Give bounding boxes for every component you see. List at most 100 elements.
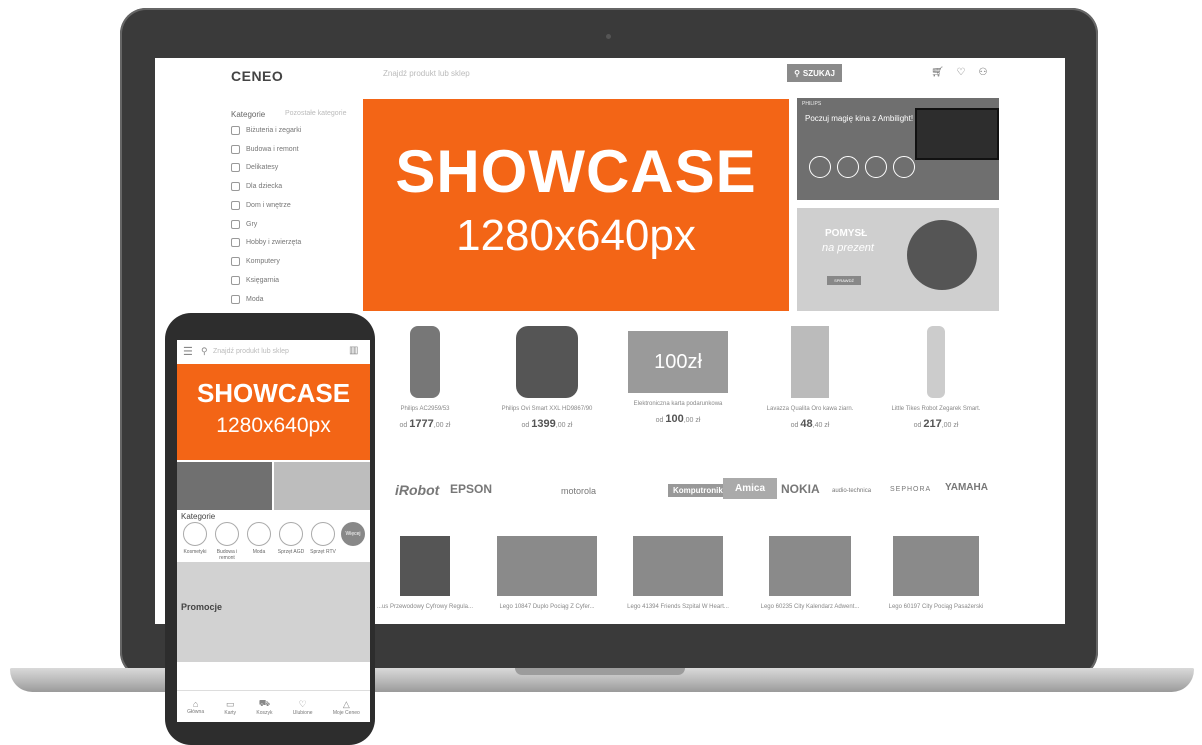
banner-title: POMYSŁ [825,228,868,239]
product-card[interactable]: Little Tikes Robot Zegarek Smart. od 217… [871,326,1001,430]
categories-heading: Kategorie [181,512,216,521]
banner-button[interactable]: SPRAWDŹ [827,276,861,285]
product-card[interactable]: Philips Ovi Smart XXL HD9867/90 od 1399,… [482,326,612,430]
philips-ambilight-banner[interactable] [177,462,272,510]
showcase-banner[interactable]: SHOWCASE 1280x640px [363,99,789,311]
book-icon [231,276,240,285]
category-label: Komputery [246,258,280,265]
product-card[interactable]: 100zł Elektroniczna karta podarunkowa od… [613,326,743,425]
search-input[interactable]: Znajdź produkt lub sklep [213,348,289,355]
nav-cart[interactable]: ⛟ Koszyk [256,698,272,716]
phone-screen: ☰ ⚲ Znajdź produkt lub sklep ▥ SHOWCASE … [177,340,370,722]
brand-logo[interactable]: NOKIA [781,482,820,496]
showcase-size: 1280x640px [456,211,696,260]
cart-icon: ⛟ [258,698,271,708]
bell-icon: △ [342,698,350,709]
category-label: Hobby i zwierzęta [246,239,302,246]
search-button-label: SZUKAJ [802,68,835,78]
brand-logo[interactable]: Amica [723,478,778,499]
barcode-icon[interactable]: ▥ [349,345,358,356]
brand-logo[interactable]: SEPHORA [890,486,931,493]
category-label: Moda [246,296,264,303]
banner-subtitle: na prezent [822,242,874,254]
product-image [497,536,597,596]
category-item[interactable]: Hobby i zwierzęta [231,238,301,247]
apple-icon [231,163,240,172]
product-name: Lego 41394 Friends Szpital W Heart... [627,604,729,610]
category-item[interactable]: Moda [231,295,264,304]
search-input[interactable]: Znajdź produkt lub sklep [383,69,783,78]
product-price: od 100,00 zł [655,413,701,425]
showcase-banner[interactable]: SHOWCASE 1280x640px [177,364,370,460]
shirt-icon [231,295,240,304]
categories-other-link[interactable]: Pozostałe kategorie [285,110,346,117]
category-item[interactable]: Dom i wnętrze [231,201,291,210]
product-card[interactable]: Lego 60197 City Pociąg Pasażerski [871,536,1001,610]
product-name: Lego 60235 City Kalendarz Adwent... [760,604,860,610]
category-label: Budowa i remont [216,549,238,561]
philips-ambilight-banner[interactable]: PHILIPS Poczuj magię kina z Ambilight! [797,98,999,200]
bottom-nav: ⌂ Główna ▭ Karty ⛟ Koszyk ♡ Ulubione △ Moje C… [177,690,370,722]
category-item[interactable]: Budowa i remont [231,145,299,154]
cosmetics-icon[interactable] [183,522,207,546]
product-image [769,536,851,596]
watch-icon [231,126,240,135]
category-label: Kosmetyki [183,549,207,555]
product-image [927,326,945,398]
product-card[interactable]: ...us Przewodowy Cyfrowy Regula... [360,536,490,610]
product-name: ...us Przewodowy Cyfrowy Regula... [376,604,474,610]
nav-cards[interactable]: ▭ Karty [224,699,236,716]
nav-home[interactable]: ⌂ Główna [187,699,204,715]
search-button[interactable]: ⚲ SZUKAJ [787,64,842,82]
product-card[interactable]: Lego 41394 Friends Szpital W Heart... [613,536,743,610]
laptop-icon [231,257,240,266]
gift-idea-banner[interactable] [274,462,370,510]
shirt-icon[interactable] [247,522,271,546]
lamp-icon [231,201,240,210]
product-name: Elektroniczna karta podarunkowa [633,401,723,407]
product-price: od 1399,00 zł [521,418,573,430]
gift-idea-banner[interactable]: POMYSŁ na prezent SPRAWDŹ [797,208,999,311]
heart-icon[interactable]: ♡ [955,67,967,79]
paw-icon [231,238,240,247]
phone-search-bar[interactable]: ☰ ⚲ Znajdź produkt lub sklep ▥ [177,340,370,365]
nav-my-ceneo[interactable]: △ Moje Ceneo [333,699,360,716]
product-image [400,536,450,596]
baby-icon [231,182,240,191]
brand-logo[interactable]: YAMAHA [945,482,988,493]
category-label: Sprzęt AGD [277,549,305,555]
category-item[interactable]: Komputery [231,257,280,266]
category-label: Budowa i remont [246,146,299,153]
category-item[interactable]: Delikatesy [231,163,278,172]
washing-machine-icon[interactable] [279,522,303,546]
category-label: Księgarnia [246,277,280,284]
brand-logo[interactable]: EPSON [450,482,492,496]
brand-logo[interactable]: Komputronik [668,484,728,497]
category-item[interactable]: Biżuteria i zegarki [231,126,301,135]
laptop-notch [515,668,685,675]
product-card[interactable]: Philips AC2959/53 od 1777,00 zł [360,326,490,430]
product-name: Lego 60197 City Pociąg Pasażerski [888,604,984,610]
brand-logo[interactable]: motorola [561,486,596,496]
product-name: Philips AC2959/53 [400,406,450,412]
nav-favorites[interactable]: ♡ Ulubione [293,699,313,716]
category-item[interactable]: Księgarnia [231,276,279,285]
category-item[interactable]: Gry [231,220,257,229]
product-card[interactable]: Lavazza Qualita Oro kawa ziarn. od 48,40… [745,326,875,430]
more-button[interactable]: Więcej [341,522,365,546]
tv-icon[interactable] [311,522,335,546]
menu-icon[interactable]: ☰ [183,345,193,358]
brand-logo[interactable]: iRobot [395,482,439,498]
product-card[interactable]: Lego 10847 Duplo Pociąg Z Cyfer... [482,536,612,610]
cart-icon[interactable]: 🛒︎ [931,67,944,79]
user-icon[interactable]: ⚇ [977,67,989,79]
category-item[interactable]: Dla dziecka [231,182,282,191]
site-logo[interactable]: CENEO [231,68,283,84]
brand-logo[interactable]: audio-technica [832,488,871,494]
showcase-size: 1280x640px [216,414,331,437]
product-price: od 48,40 zł [790,418,830,430]
promotions-banner[interactable] [177,562,370,662]
product-card[interactable]: Lego 60235 City Kalendarz Adwent... [745,536,875,610]
category-label: Dla dziecka [246,183,283,190]
hammer-icon[interactable] [215,522,239,546]
